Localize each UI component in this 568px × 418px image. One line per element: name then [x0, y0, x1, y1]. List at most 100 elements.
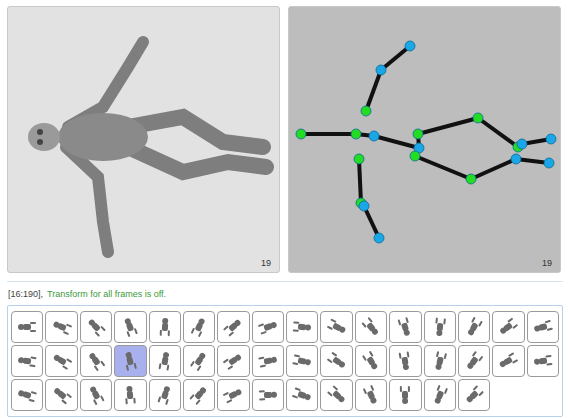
frame-thumbnail[interactable] [114, 345, 146, 377]
frame-thumbnail[interactable] [183, 345, 215, 377]
frame-thumbnail[interactable] [492, 345, 524, 377]
pose-icon [291, 384, 313, 406]
skeleton-view[interactable]: 19 [288, 6, 561, 273]
joint[interactable] [376, 65, 386, 75]
pose-icon [222, 384, 244, 406]
joint[interactable] [544, 158, 554, 168]
pose-icon [51, 316, 73, 338]
frame-thumbnail[interactable] [424, 311, 456, 343]
joint[interactable] [351, 129, 361, 139]
frame-thumbnail[interactable] [389, 345, 421, 377]
joint[interactable] [405, 41, 415, 51]
frame-number: 19 [542, 258, 552, 268]
frame-thumbnail[interactable] [183, 379, 215, 411]
frame-thumbnail[interactable] [11, 311, 43, 343]
bone [381, 46, 410, 70]
pose-icon [257, 316, 279, 338]
frame-thumbnail[interactable] [149, 345, 181, 377]
frame-thumbnail[interactable] [389, 311, 421, 343]
frame-thumbnail[interactable] [424, 379, 456, 411]
frame-thumbnail[interactable] [286, 345, 318, 377]
pose-icon [326, 350, 348, 372]
frame-thumbnail[interactable] [149, 311, 181, 343]
frame-thumbnail[interactable] [389, 379, 421, 411]
pose-icon [360, 384, 382, 406]
pose-icon [257, 350, 279, 372]
frame-thumbnail[interactable] [458, 311, 490, 343]
frame-thumbnail[interactable] [286, 379, 318, 411]
frame-thumbnail[interactable] [45, 311, 77, 343]
joint[interactable] [473, 113, 483, 123]
frame-thumbnail[interactable] [11, 379, 43, 411]
frame-thumbnail[interactable] [252, 311, 284, 343]
bone [418, 118, 478, 134]
frame-thumbnail[interactable] [114, 379, 146, 411]
model-view[interactable]: 19 [7, 6, 280, 273]
pose-icon [188, 316, 210, 338]
frame-thumbnail[interactable] [320, 345, 352, 377]
pose-icon [16, 350, 38, 372]
pose-icon [463, 316, 485, 338]
pose-icon [394, 384, 416, 406]
status-bar: [16:190],Transform for all frames is off… [7, 282, 563, 305]
frame-thumbnail[interactable] [252, 379, 284, 411]
frame-thumbnail[interactable] [45, 379, 77, 411]
frame-thumbnail[interactable] [11, 345, 43, 377]
joint[interactable] [466, 174, 476, 184]
frame-thumbnail[interactable] [286, 311, 318, 343]
pose-icon [291, 316, 313, 338]
bone [359, 159, 361, 203]
pose-icon [119, 384, 141, 406]
bone [374, 136, 419, 148]
pose-icon [326, 316, 348, 338]
joint[interactable] [354, 154, 364, 164]
joint[interactable] [546, 134, 556, 144]
frame-thumbnail[interactable] [80, 379, 112, 411]
pose-icon [532, 350, 554, 372]
frame-thumbnail[interactable] [183, 311, 215, 343]
frame-thumbnail[interactable] [492, 311, 524, 343]
divider [7, 281, 563, 282]
frame-thumbnail[interactable] [458, 379, 490, 411]
joint[interactable] [369, 131, 379, 141]
joint[interactable] [410, 151, 420, 161]
pose-icon [532, 316, 554, 338]
pose-icon [257, 384, 279, 406]
pose-icon [497, 316, 519, 338]
pose-icon [360, 316, 382, 338]
pose-icon [429, 350, 451, 372]
joint[interactable] [413, 129, 423, 139]
pose-icon [119, 350, 141, 372]
frame-thumbnail[interactable] [217, 311, 249, 343]
pose-icon [222, 316, 244, 338]
frame-thumbnail[interactable] [320, 311, 352, 343]
frame-thumbnail[interactable] [45, 345, 77, 377]
frame-thumbnail[interactable] [217, 379, 249, 411]
pose-icon [85, 350, 107, 372]
frame-thumbnail[interactable] [355, 345, 387, 377]
frame-thumbnail[interactable] [458, 345, 490, 377]
pose-icon [429, 384, 451, 406]
frame-thumbnail[interactable] [80, 311, 112, 343]
pose-icon [51, 384, 73, 406]
frame-thumbnail[interactable] [320, 379, 352, 411]
joint[interactable] [359, 201, 369, 211]
joint[interactable] [296, 129, 306, 139]
joint[interactable] [374, 233, 384, 243]
bone [471, 159, 516, 179]
frame-thumbnail[interactable] [252, 345, 284, 377]
frame-thumbnail[interactable] [527, 345, 559, 377]
frame-thumbnail[interactable] [217, 345, 249, 377]
frame-thumbnail[interactable] [149, 379, 181, 411]
frame-thumbnail[interactable] [424, 345, 456, 377]
bone [366, 70, 381, 111]
joint[interactable] [511, 154, 521, 164]
frame-thumbnail[interactable] [355, 311, 387, 343]
frame-thumbnail[interactable] [80, 345, 112, 377]
frame-thumbnail[interactable] [355, 379, 387, 411]
joint[interactable] [517, 139, 527, 149]
bone [415, 156, 471, 179]
joint[interactable] [361, 106, 371, 116]
frame-thumbnail[interactable] [527, 311, 559, 343]
frame-thumbnail[interactable] [114, 311, 146, 343]
